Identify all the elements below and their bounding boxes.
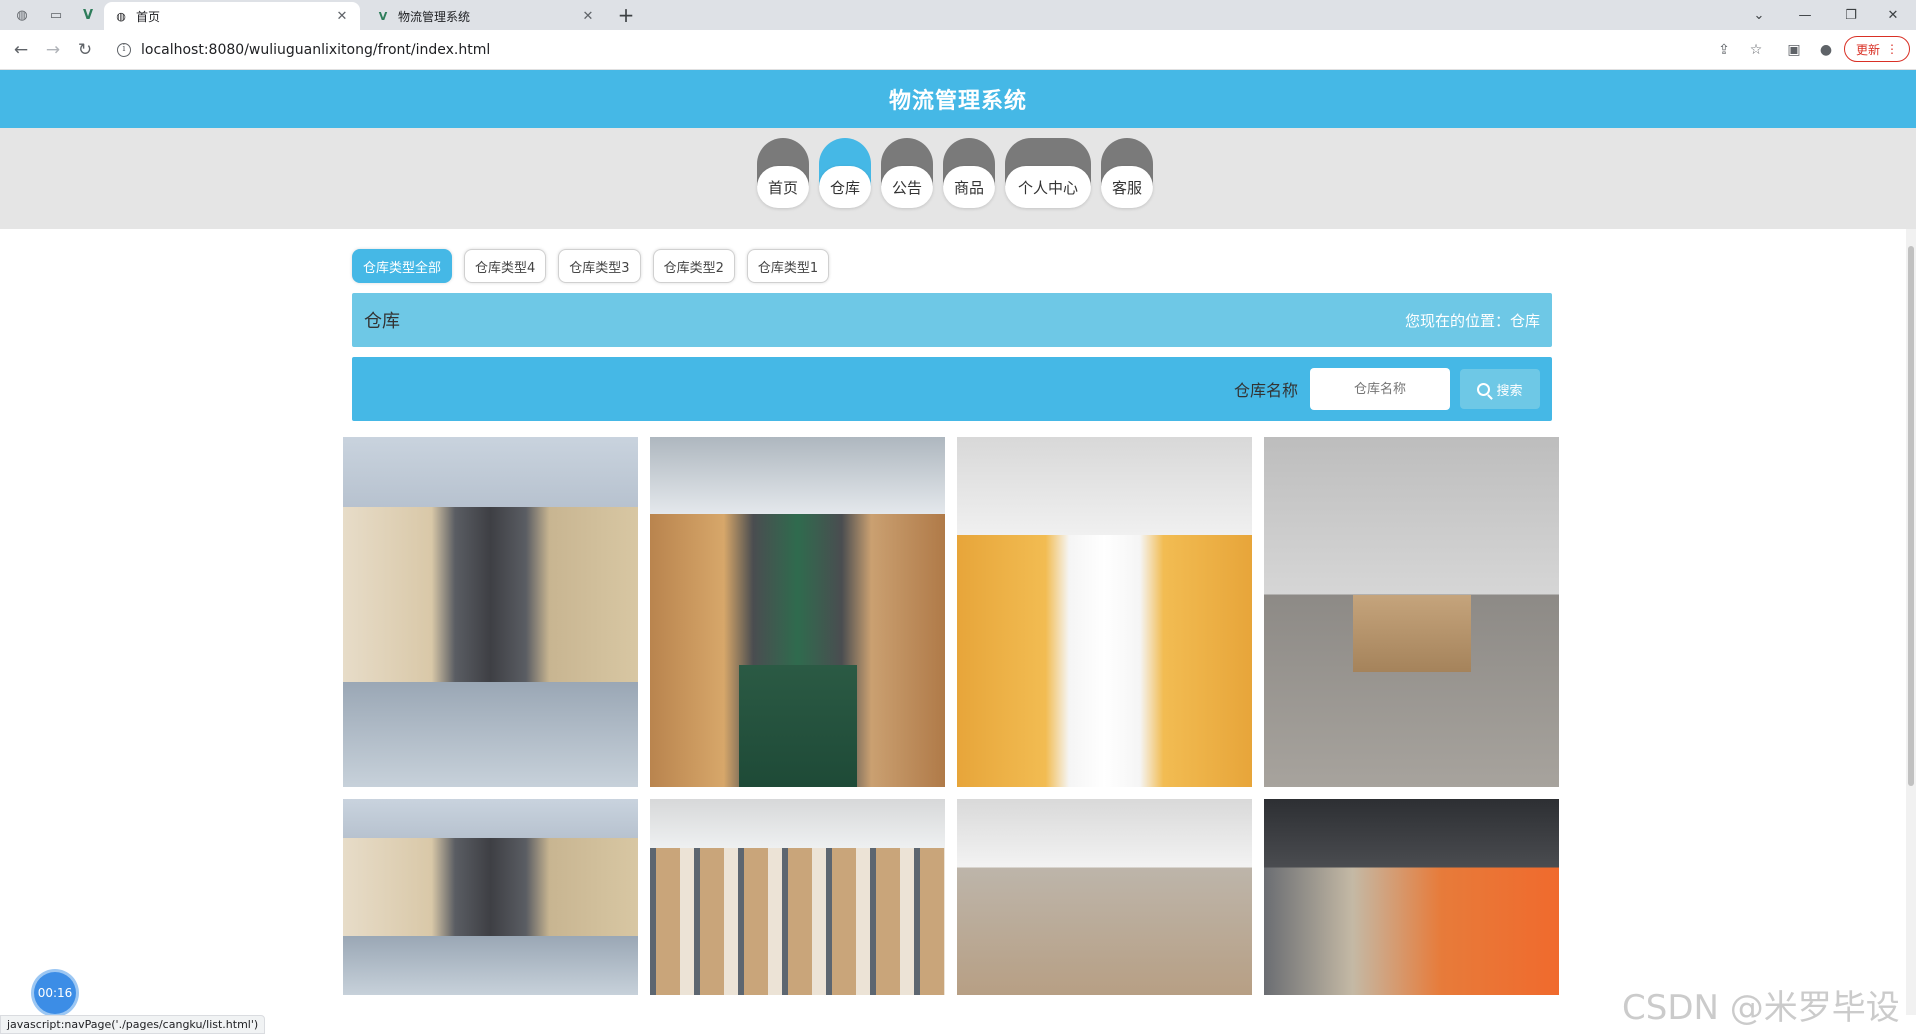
close-tab-icon[interactable]: ✕ [580, 9, 596, 24]
category-filters: 仓库类型全部 仓库类型4 仓库类型3 仓库类型2 仓库类型1 [352, 249, 830, 283]
page-title: 仓库 [364, 311, 400, 332]
nav-item-goods[interactable]: 商品 [943, 138, 995, 220]
address-bar[interactable]: i localhost:8080/wuliuguanlixitong/front… [110, 35, 1770, 65]
side-panel-icon[interactable]: ▣ [1784, 40, 1804, 60]
filter-type-3[interactable]: 仓库类型3 [558, 249, 641, 283]
profile-avatar-icon[interactable]: ● [1816, 40, 1836, 60]
window-close-icon[interactable]: ✕ [1870, 0, 1916, 30]
search-icon [1477, 382, 1491, 396]
recording-timer: 00:16 [34, 972, 76, 1014]
nav-item-label: 仓库 [819, 166, 871, 208]
nav-item-user-center[interactable]: 个人中心 [1005, 138, 1091, 220]
search-button[interactable]: 搜索 [1460, 369, 1540, 409]
close-tab-icon[interactable]: ✕ [334, 9, 350, 24]
filter-all[interactable]: 仓库类型全部 [352, 249, 453, 283]
nav-item-label: 客服 [1101, 166, 1153, 208]
warehouse-card[interactable] [650, 799, 945, 995]
site-info-icon[interactable]: i [117, 43, 131, 57]
reload-icon[interactable]: ↻ [74, 39, 96, 61]
page-scrollbar-thumb[interactable] [1908, 246, 1914, 786]
warehouse-image [343, 799, 638, 995]
warehouse-image [1264, 799, 1559, 995]
new-tab-button[interactable]: + [614, 2, 638, 28]
forward-arrow-icon[interactable]: → [42, 39, 64, 61]
main-nav: 首页 仓库 公告 商品 个人中心 客服 [0, 128, 1916, 229]
more-menu-icon: ⋮ [1886, 42, 1898, 56]
current-location: 您现在的位置：仓库 [1404, 311, 1540, 330]
warehouse-card[interactable] [957, 799, 1252, 995]
browser-tab-home[interactable]: ◍ 首页 ✕ [104, 2, 360, 30]
back-arrow-icon[interactable]: ← [10, 39, 32, 61]
browser-tab-title: 物流管理系统 [398, 9, 471, 24]
warehouse-image [343, 437, 638, 787]
nav-item-customer-service[interactable]: 客服 [1101, 138, 1153, 220]
warehouse-image [957, 437, 1252, 787]
share-icon[interactable]: ⇪ [1714, 40, 1734, 60]
search-button-label: 搜索 [1496, 383, 1523, 399]
browser-tab-system[interactable]: V 物流管理系统 ✕ [366, 2, 606, 30]
search-bar: 仓库名称 搜索 [352, 357, 1552, 421]
pinned-tab-globe-icon[interactable]: ◍ [10, 4, 34, 26]
warehouse-image [650, 437, 945, 787]
browser-tab-title: 首页 [136, 9, 161, 24]
watermark: CSDN @米罗毕设 [1622, 988, 1900, 1028]
browser-toolbar: ← → ↻ i localhost:8080/wuliuguanlixitong… [0, 30, 1916, 70]
warehouse-card[interactable] [1264, 799, 1559, 995]
update-label: 更新 [1855, 42, 1880, 57]
nav-item-warehouse[interactable]: 仓库 [819, 138, 871, 220]
warehouse-card[interactable] [343, 437, 638, 787]
globe-icon: ◍ [116, 9, 126, 23]
filter-type-4[interactable]: 仓库类型4 [464, 249, 547, 283]
nav-item-notice[interactable]: 公告 [881, 138, 933, 220]
warehouse-card[interactable] [957, 437, 1252, 787]
site-title: 物流管理系统 [888, 89, 1027, 114]
search-label: 仓库名称 [1233, 381, 1298, 400]
filter-type-2[interactable]: 仓库类型2 [652, 249, 735, 283]
update-button[interactable]: 更新 ⋮ [1844, 36, 1910, 62]
browser-status-bar: javascript:navPage('./pages/cangku/list.… [0, 1015, 266, 1034]
warehouse-card[interactable] [650, 437, 945, 787]
url-text: localhost:8080/wuliuguanlixitong/front/i… [141, 42, 491, 58]
warehouse-grid [343, 437, 1563, 995]
filter-type-1[interactable]: 仓库类型1 [746, 249, 830, 283]
vue-icon: V [378, 9, 388, 23]
nav-item-label: 首页 [757, 166, 809, 208]
site-header: 物流管理系统 [0, 70, 1916, 128]
tab-search-chevron-icon[interactable]: ⌄ [1736, 0, 1782, 30]
warehouse-image [650, 799, 945, 995]
warehouse-image [957, 799, 1252, 995]
restore-icon[interactable]: ❐ [1828, 0, 1874, 30]
nav-item-home[interactable]: 首页 [757, 138, 809, 220]
nav-item-label: 公告 [881, 166, 933, 208]
breadcrumb: 仓库 您现在的位置：仓库 [352, 293, 1552, 347]
bookmark-star-icon[interactable]: ☆ [1746, 40, 1766, 60]
nav-item-label: 商品 [943, 166, 995, 208]
warehouse-name-input[interactable] [1310, 368, 1450, 410]
minimize-icon[interactable]: — [1782, 0, 1828, 30]
nav-item-label: 个人中心 [1005, 166, 1091, 208]
warehouse-image [1264, 437, 1559, 787]
warehouse-card[interactable] [343, 799, 638, 995]
pinned-tab-vue-icon[interactable]: V [76, 4, 100, 26]
main-content: 仓库类型全部 仓库类型4 仓库类型3 仓库类型2 仓库类型1 仓库 您现在的位置… [0, 229, 1910, 1015]
warehouse-card[interactable] [1264, 437, 1559, 787]
pinned-tab-blank-icon[interactable]: ▭ [44, 4, 68, 26]
browser-tab-strip: ◍ ▭ V ◍ 首页 ✕ V 物流管理系统 ✕ + ⌄ — ❐ ✕ [0, 0, 1916, 30]
